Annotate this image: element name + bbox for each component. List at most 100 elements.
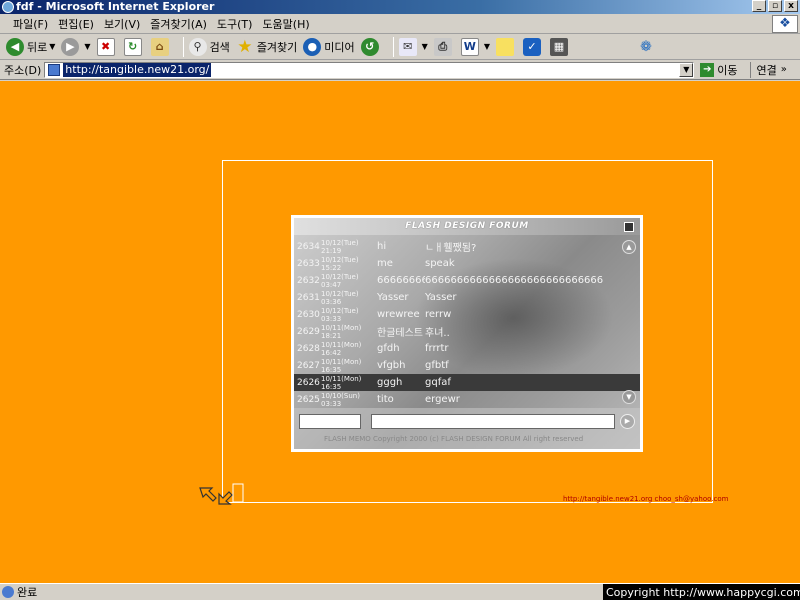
menu-file[interactable]: 파일(F) [8, 16, 53, 32]
notes-button[interactable] [495, 37, 517, 56]
close-button[interactable]: x [784, 0, 798, 12]
back-dropdown-icon[interactable]: ▼ [49, 42, 55, 51]
printer-icon: ⎙ [433, 37, 452, 56]
entry-date: 10/11(Mon) 16:42 [321, 340, 362, 357]
menu-bar: 파일(F) 편집(E) 보기(V) 즐겨찾기(A) 도구(T) 도움말(H) ❖ [0, 14, 800, 34]
forum-entry-row[interactable]: 2626 10/11(Mon) 16:35 gggh gqfaf [294, 374, 640, 391]
entry-author: wrewree [377, 309, 420, 320]
menu-tools[interactable]: 도구(T) [212, 16, 258, 32]
entry-date: 10/12(Tue) 03:33 [321, 306, 359, 323]
people-button[interactable]: ❁ [637, 38, 658, 56]
media-label: 미디어 [324, 40, 355, 54]
forum-title: FLASH DESIGN FORUM [294, 218, 640, 235]
entry-author: tito [377, 394, 394, 405]
forum-entry-row[interactable]: 2627 10/11(Mon) 16:35 vfgbh gfbtf [294, 357, 640, 374]
entry-date: 10/12(Tue) 15:22 [321, 255, 359, 272]
forum-entry-row[interactable]: 2632 10/12(Tue) 03:47 66666666 666666666666… [294, 272, 640, 289]
flash-forum-widget: FLASH DESIGN FORUM 2634 10/12(Tue) 21:19 h… [291, 215, 643, 452]
mail-dropdown-icon[interactable]: ▼ [422, 42, 428, 51]
status-copyright: Copyright http://www.happycgi.com [603, 584, 800, 600]
scroll-down-icon[interactable]: ▼ [622, 390, 636, 404]
forum-entry-row[interactable]: 2633 10/12(Tue) 15:22 me speak [294, 255, 640, 272]
forum-message-input[interactable] [371, 414, 615, 429]
address-input[interactable]: http://tangible.new21.org/ ▼ [44, 61, 695, 78]
star-icon: ★ [237, 36, 253, 57]
entry-number: 2632 [297, 275, 320, 286]
entry-number: 2633 [297, 258, 320, 269]
go-button[interactable]: ➔ 이동 [700, 62, 738, 78]
forum-entry-row[interactable]: 2631 10/12(Tue) 03:36 Yasser Yasser [294, 289, 640, 306]
menu-edit[interactable]: 편집(E) [53, 16, 99, 32]
search-icon: ⚲ [188, 37, 207, 56]
entry-message: ergewr [425, 394, 460, 405]
entry-message: gqfaf [425, 377, 451, 388]
links-button[interactable]: 연결 [749, 61, 777, 78]
entry-number: 2634 [297, 241, 320, 252]
entry-author: gfdh [377, 343, 400, 354]
status-text: 완료 [17, 586, 38, 599]
entry-author: me [377, 258, 393, 269]
links-chevron-icon[interactable]: » [781, 64, 787, 75]
messenger-icon: ✓ [522, 37, 541, 56]
forward-arrow-icon: ▶ [61, 37, 80, 56]
edit-button[interactable]: W ▼ [460, 37, 490, 56]
address-url[interactable]: http://tangible.new21.org/ [63, 62, 212, 77]
entry-author: hi [377, 241, 387, 252]
forum-close-icon[interactable] [624, 222, 634, 232]
toolbar-separator [182, 36, 184, 57]
stop-icon: ✖ [96, 37, 115, 56]
window-title-bar: fdf - Microsoft Internet Explorer _ ▫ x [0, 0, 800, 14]
forward-dropdown-icon[interactable]: ▼ [84, 42, 90, 51]
calculator-icon: ▦ [549, 37, 568, 56]
entry-date: 10/11(Mon) 16:35 [321, 374, 362, 391]
stop-button[interactable]: ✖ [96, 37, 118, 56]
forum-entry-row[interactable]: 2634 10/12(Tue) 21:19 hi ㄴㅐ휄쨌됨? [294, 238, 640, 255]
menu-view[interactable]: 보기(V) [99, 16, 145, 32]
back-label: 뒤로 [27, 40, 48, 54]
mail-button[interactable]: ✉ ▼ [398, 37, 428, 56]
send-button[interactable]: ▶ [620, 414, 635, 429]
footer-contact-link[interactable]: http://tangible.new21.org choo_sh@yahoo.… [563, 495, 728, 503]
page-icon [48, 63, 61, 76]
address-label: 주소(D) [4, 63, 42, 77]
forum-name-input[interactable] [299, 414, 361, 429]
forward-button[interactable]: ▶ ▼ [61, 37, 91, 56]
scroll-up-icon[interactable]: ▲ [622, 240, 636, 254]
maximize-button[interactable]: ▫ [768, 0, 782, 12]
home-button[interactable]: ⌂ [150, 37, 172, 56]
forum-entry-row[interactable]: 2630 10/12(Tue) 03:33 wrewree rerrw [294, 306, 640, 323]
back-button[interactable]: ◀ 뒤로 ▼ [6, 37, 55, 56]
edit-dropdown-icon[interactable]: ▼ [484, 42, 490, 51]
address-dropdown-icon[interactable]: ▼ [679, 62, 694, 77]
print-button[interactable]: ⎙ [433, 37, 455, 56]
entry-author: vfgbh [377, 360, 406, 371]
entry-date: 10/10(Sun) 03:33 [321, 391, 360, 408]
minimize-button[interactable]: _ [752, 0, 766, 12]
media-button[interactable]: ● 미디어 [303, 37, 355, 56]
menu-help[interactable]: 도움말(H) [257, 16, 314, 32]
search-label: 검색 [209, 40, 230, 54]
corner-arrows-logo [199, 483, 244, 505]
favorites-label: 즐겨찾기 [256, 40, 298, 54]
entry-number: 2628 [297, 343, 320, 354]
page-viewport: FLASH DESIGN FORUM 2634 10/12(Tue) 21:19 h… [0, 81, 800, 583]
back-arrow-icon: ◀ [6, 37, 24, 56]
entry-date: 10/12(Tue) 21:19 [321, 238, 359, 255]
favorites-button[interactable]: ★ 즐겨찾기 [236, 36, 298, 57]
history-button[interactable]: ↺ [360, 37, 382, 56]
calculator-button[interactable]: ▦ [549, 37, 571, 56]
people-icon: ❁ [640, 38, 652, 55]
search-button[interactable]: ⚲ 검색 [188, 37, 230, 56]
entry-author: 한글테스트 [377, 328, 423, 339]
forum-entry-row[interactable]: 2625 10/10(Sun) 03:33 tito ergewr [294, 391, 640, 408]
entry-number: 2630 [297, 309, 320, 320]
entry-number: 2631 [297, 292, 320, 303]
forum-entry-row[interactable]: 2628 10/11(Mon) 16:42 gfdh frrrtr [294, 340, 640, 357]
home-icon: ⌂ [150, 37, 169, 56]
refresh-button[interactable]: ↻ [123, 37, 145, 56]
menu-favorites[interactable]: 즐겨찾기(A) [145, 16, 212, 32]
toolbar-separator [392, 36, 394, 57]
forum-entry-row[interactable]: 2629 10/11(Mon) 18:21 한글테스트 후녀.. [294, 323, 640, 340]
messenger-button[interactable]: ✓ [522, 37, 544, 56]
entry-number: 2627 [297, 360, 320, 371]
